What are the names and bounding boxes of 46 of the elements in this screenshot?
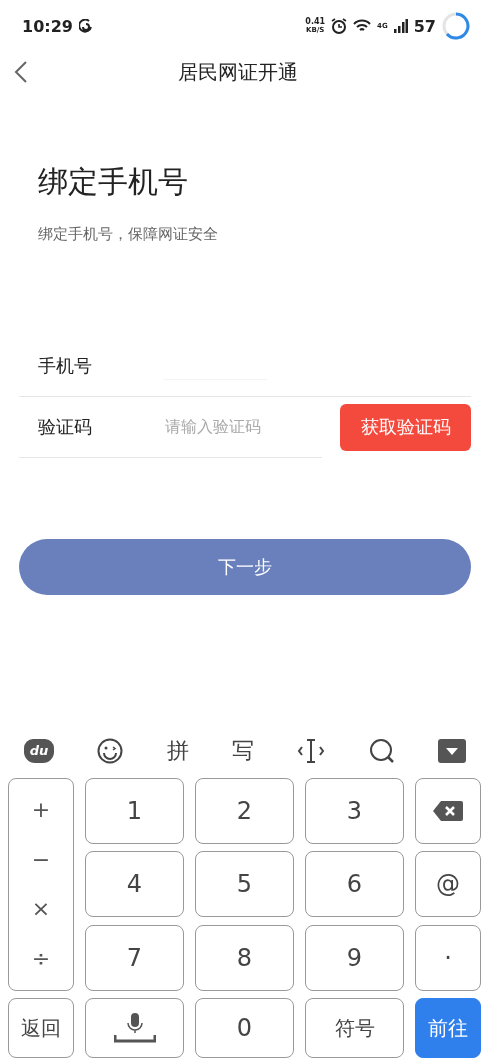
- back-icon[interactable]: [14, 60, 28, 84]
- operator-key[interactable]: ÷: [31, 946, 51, 972]
- toolbar-button[interactable]: 写: [232, 735, 254, 766]
- operator-key-column[interactable]: + − × ÷: [8, 777, 74, 991]
- status-time: 10:29: [22, 16, 73, 36]
- battery-ring-icon: [442, 12, 470, 40]
- operator-key[interactable]: −: [31, 846, 51, 872]
- signal-icon: [393, 19, 408, 33]
- go-key[interactable]: 前往: [415, 998, 481, 1058]
- operator-key[interactable]: ×: [31, 896, 51, 922]
- microphone-space-icon: [113, 1013, 156, 1043]
- keyboard-key[interactable]: 3: [305, 777, 404, 844]
- keyboard-key[interactable]: 7: [85, 924, 184, 991]
- keyboard-key[interactable]: 5: [195, 851, 294, 917]
- keyboard-key[interactable]: 9: [305, 924, 404, 991]
- space-key[interactable]: [85, 998, 184, 1058]
- keyboard-key[interactable]: @: [415, 851, 481, 917]
- keyboard-key[interactable]: 2: [195, 777, 294, 844]
- keyboard-key[interactable]: 返回: [8, 998, 74, 1058]
- backspace-icon: [433, 800, 463, 821]
- keyboard-key[interactable]: 0: [195, 998, 294, 1058]
- keyboard-key[interactable]: 符号: [305, 998, 404, 1058]
- alarm-icon: [331, 18, 348, 34]
- operator-key[interactable]: +: [31, 796, 51, 822]
- subtitle: 绑定手机号，保障网证安全: [38, 225, 219, 244]
- code-label: 验证码: [37, 414, 93, 439]
- keyboard-key[interactable]: ·: [415, 924, 481, 991]
- battery-percent: 57: [413, 16, 436, 36]
- keyboard-key[interactable]: 4: [85, 851, 184, 917]
- toolbar-button[interactable]: 拼: [166, 735, 189, 766]
- phone-label: 手机号: [37, 354, 93, 378]
- next-button[interactable]: 下一步: [19, 539, 471, 595]
- swirl-icon: [78, 19, 93, 33]
- wifi-icon: [353, 19, 372, 33]
- search-icon[interactable]: [368, 737, 395, 764]
- hide-keyboard-icon[interactable]: [437, 738, 466, 763]
- keyboard-key[interactable]: 8: [195, 924, 294, 991]
- keyboard-key[interactable]: 1: [85, 777, 184, 844]
- keyboard-logo[interactable]: du: [24, 738, 54, 763]
- emoji-icon[interactable]: [97, 737, 124, 764]
- keyboard-key[interactable]: 6: [305, 851, 404, 917]
- cursor-icon[interactable]: [297, 737, 326, 764]
- page-title: 居民网证开通: [177, 58, 299, 86]
- heading: 绑定手机号: [38, 163, 189, 201]
- delete-key[interactable]: [415, 777, 481, 844]
- get-code-button[interactable]: 获取验证码: [340, 403, 471, 451]
